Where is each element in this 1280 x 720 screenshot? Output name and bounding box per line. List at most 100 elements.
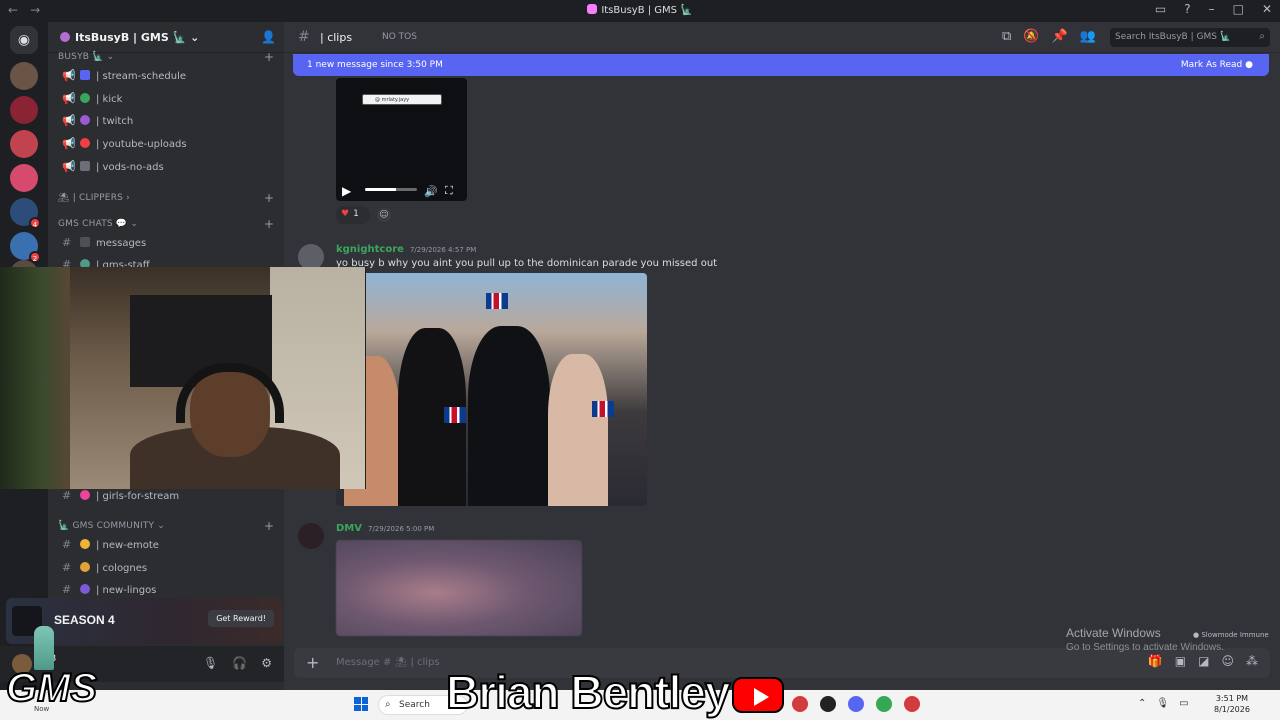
sticker-icon[interactable]: ◪	[1198, 654, 1209, 668]
tiktok-handle: @ mrlaty.jayy	[362, 94, 442, 105]
discord-home-icon[interactable]: ◉	[10, 26, 38, 54]
add-user-icon[interactable]: 👤	[261, 30, 276, 44]
settings-gear-icon[interactable]: ⚙	[261, 656, 272, 670]
statue-of-liberty-icon	[34, 626, 54, 670]
category-gms-community[interactable]: 🗽 GMS COMMUNITY ⌄ +	[58, 519, 274, 533]
announcement-icon: 📢	[62, 114, 76, 127]
channel-kick[interactable]: 📢 | kick	[58, 89, 276, 109]
category-busyb[interactable]: BUSYB 🗽 ⌄ +	[58, 50, 274, 64]
perfume-icon	[80, 562, 90, 572]
category-clippers[interactable]: ⛱ | CLIPPERS › +	[58, 191, 274, 205]
hash-icon: #	[62, 583, 72, 596]
video-scrubber[interactable]	[365, 188, 417, 191]
chevron-down-icon: ⌄	[190, 31, 200, 44]
minimize-icon[interactable]: –	[1209, 2, 1215, 16]
headphones-icon[interactable]: 🎧	[232, 656, 247, 670]
mark-as-read-button[interactable]: Mark As Read ●	[1181, 60, 1253, 70]
play-icon[interactable]: ▶	[342, 184, 351, 198]
reaction-broken-heart[interactable]: ♥ 1	[336, 206, 370, 224]
category-gms-chats[interactable]: GMS CHATS 💬 ⌄ +	[58, 217, 274, 231]
tv-icon	[80, 161, 90, 171]
get-reward-button[interactable]: Get Reward!	[208, 610, 274, 627]
server-avatar[interactable]: 4	[10, 198, 41, 229]
search-input[interactable]: Search ItsBusyB | GMS 🗽 ⌕	[1110, 28, 1270, 47]
chevron-up-icon[interactable]: ⌃	[1138, 698, 1146, 709]
channel-header: # | clips NO TOS ⧉ 🔕 📌 👥 Search ItsBusyB…	[284, 22, 1280, 53]
channel-youtube-uploads[interactable]: 📢 | youtube-uploads	[58, 134, 276, 154]
volume-icon[interactable]: 🔊	[424, 185, 438, 198]
announcement-icon: 📢	[62, 160, 76, 173]
taskbar-apps	[792, 696, 920, 712]
pin-icon[interactable]: 📌	[1051, 29, 1067, 44]
chrome-icon[interactable]	[876, 696, 892, 712]
mute-bell-icon[interactable]: 🔕	[1023, 29, 1039, 44]
inbox-icon[interactable]: ▭	[1155, 2, 1166, 16]
app-icon[interactable]	[904, 696, 920, 712]
discord-icon[interactable]	[848, 696, 864, 712]
threads-icon[interactable]: ⧉	[1002, 29, 1011, 44]
app-icon[interactable]	[792, 696, 808, 712]
gif-icon[interactable]: ▣	[1175, 654, 1186, 668]
server-avatar[interactable]	[10, 62, 38, 90]
channel-stream-schedule[interactable]: 📢 | stream-schedule	[58, 66, 276, 86]
chat-icon	[80, 237, 90, 247]
channel-messages[interactable]: # messages	[58, 233, 276, 253]
window-title: ItsBusyB | GMS 🗽	[0, 4, 1280, 16]
blurred-image-attachment[interactable]	[336, 540, 582, 636]
message-input[interactable]: Message # ⛱ | clips	[336, 657, 440, 668]
add-channel-icon[interactable]: +	[264, 50, 274, 64]
header-toolbar: ⧉ 🔕 📌 👥	[1002, 29, 1096, 44]
channel-new-emote[interactable]: # | new-emote	[58, 535, 276, 555]
channel-name: | clips	[320, 31, 353, 44]
add-channel-icon[interactable]: +	[264, 519, 274, 533]
fullscreen-icon[interactable]: ⛶	[445, 184, 453, 198]
member-list-icon[interactable]: 👥	[1080, 29, 1096, 44]
network-icon[interactable]: ▭	[1179, 698, 1188, 709]
server-avatar[interactable]	[10, 164, 38, 192]
video-player[interactable]: @ mrlaty.jayy ▶ 🔊 ⛶	[336, 78, 467, 201]
message-image-attachment[interactable]	[336, 273, 647, 506]
add-channel-icon[interactable]: +	[264, 191, 274, 205]
channel-twitch[interactable]: 📢 | twitch	[58, 111, 276, 131]
apps-icon[interactable]: ⁂	[1246, 654, 1258, 668]
slowmode-indicator: ● Slowmode Immune	[1193, 631, 1269, 639]
clock[interactable]: 3:51 PM 8/1/2026	[1214, 693, 1250, 715]
hash-icon: #	[62, 561, 72, 574]
hash-icon: #	[62, 236, 72, 249]
message-author[interactable]: DMV 7/29/2026 5:00 PM	[336, 523, 434, 534]
channel-vods-no-ads[interactable]: 📢 | vods-no-ads	[58, 157, 276, 177]
microphone-icon[interactable]: 🎙	[1156, 698, 1169, 709]
maximize-icon[interactable]: □	[1233, 2, 1244, 16]
channel-new-lingos[interactable]: # | new-lingos	[58, 580, 276, 600]
new-messages-bar[interactable]: 1 new message since 3:50 PM Mark As Read…	[293, 54, 1269, 76]
voice-controls: 🎙 🎧 ⚙	[203, 656, 272, 670]
server-avatar[interactable]: 2	[10, 232, 41, 263]
channel-girls-for-stream[interactable]: # | girls-for-stream	[58, 486, 276, 506]
mention-badge: 4	[29, 217, 41, 229]
flag	[486, 293, 508, 309]
channel-colognes[interactable]: # | colognes	[58, 558, 276, 578]
gms-logo: GMS	[5, 665, 98, 711]
close-icon[interactable]: ✕	[1262, 2, 1272, 16]
gift-icon[interactable]: 🎁	[1148, 654, 1163, 668]
server-header[interactable]: ItsBusyB | GMS 🗽 ⌄ 👤	[48, 22, 284, 53]
attach-plus-icon[interactable]: +	[306, 653, 319, 672]
announcement-icon: 📢	[62, 137, 76, 150]
server-avatar[interactable]	[10, 130, 38, 158]
server-avatar[interactable]	[10, 96, 38, 124]
add-channel-icon[interactable]: +	[264, 217, 274, 231]
help-icon[interactable]: ?	[1184, 2, 1190, 16]
avatar[interactable]	[298, 523, 324, 549]
red-circle-icon	[80, 138, 90, 148]
brand-name: Brian Bentley	[445, 666, 732, 718]
windows-start-icon[interactable]	[354, 697, 368, 711]
message-author[interactable]: kgnightcore 7/29/2026 4:57 PM	[336, 244, 476, 255]
search-icon: ⌕	[385, 699, 391, 710]
hash-icon: #	[62, 489, 72, 502]
microphone-icon[interactable]: 🎙	[203, 656, 218, 670]
add-reaction-icon[interactable]: ☺	[377, 208, 391, 222]
mark-read-icon: ●	[1245, 60, 1253, 70]
new-messages-text: 1 new message since 3:50 PM	[307, 60, 443, 70]
app-icon[interactable]	[820, 696, 836, 712]
emoji-icon[interactable]: ☺	[1221, 654, 1234, 668]
